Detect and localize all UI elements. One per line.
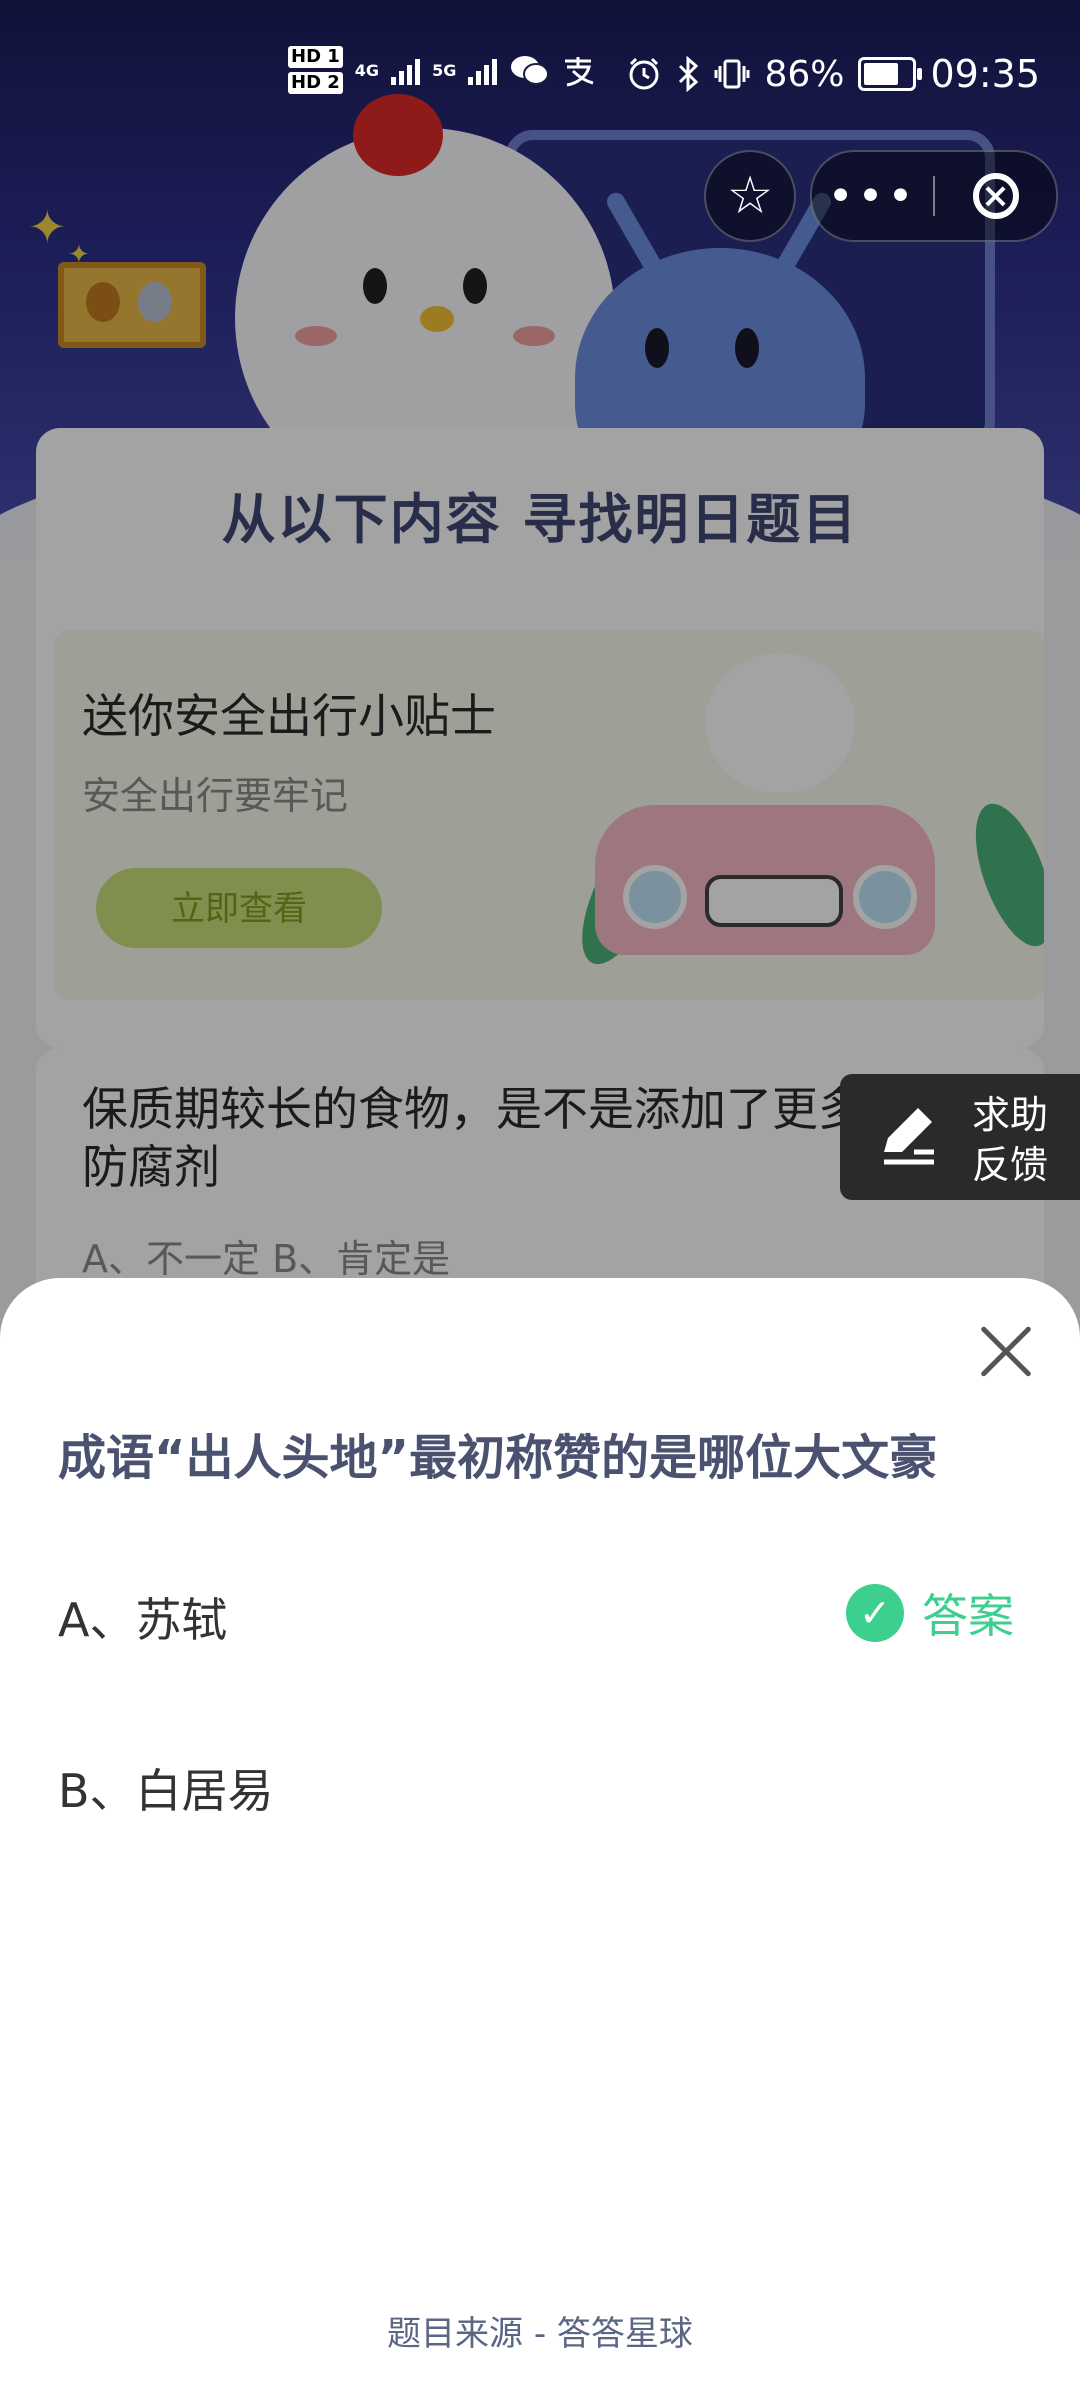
more-icon: ••• — [827, 170, 918, 222]
vibrate-icon — [714, 59, 750, 89]
alipay-icon — [565, 57, 594, 87]
clock-time: 09:35 — [930, 52, 1040, 96]
network-5g-label: 5G — [432, 60, 457, 80]
close-circle-icon: × — [972, 173, 1019, 219]
bluetooth-icon — [679, 56, 699, 92]
option-a[interactable]: A、苏轼 — [58, 1584, 227, 1650]
hd1-badge: HD 1 — [288, 46, 343, 68]
sheet-question: 成语“出人头地”最初称赞的是哪位大文豪 — [58, 1430, 938, 1486]
feedback-label-line2: 反馈 — [972, 1143, 1049, 1187]
star-icon: ☆ — [726, 166, 774, 226]
correct-answer-badge: ✓ 答案 — [846, 1580, 1014, 1646]
network-4g-label: 4G — [354, 60, 380, 80]
hd2-badge: HD 2 — [288, 72, 343, 94]
close-icon[interactable] — [976, 1322, 1036, 1382]
battery-icon — [858, 57, 923, 91]
exit-miniprogram-button[interactable]: × — [935, 152, 1056, 240]
feedback-label-line1: 求助 — [972, 1093, 1049, 1137]
help-feedback-button[interactable]: 求助 反馈 — [840, 1074, 1080, 1200]
option-b[interactable]: B、白居易 — [58, 1755, 274, 1821]
pen-icon — [884, 1108, 934, 1165]
battery-percent: 86% — [764, 53, 845, 95]
wechat-icon — [511, 56, 550, 85]
status-bar: HD 1 HD 2 4G 5G 86% 09:35 — [0, 0, 1080, 120]
favorite-star-button[interactable]: ☆ — [704, 150, 796, 242]
miniprogram-capsule: ••• × — [810, 150, 1058, 242]
signal-icon — [391, 55, 421, 85]
question-source: 题目来源 - 答答星球 — [387, 2314, 693, 2354]
alarm-icon — [629, 57, 659, 90]
more-options-button[interactable]: ••• — [812, 152, 933, 240]
check-icon: ✓ — [846, 1584, 904, 1642]
answer-label: 答案 — [922, 1589, 1014, 1643]
signal-icon — [468, 55, 498, 85]
